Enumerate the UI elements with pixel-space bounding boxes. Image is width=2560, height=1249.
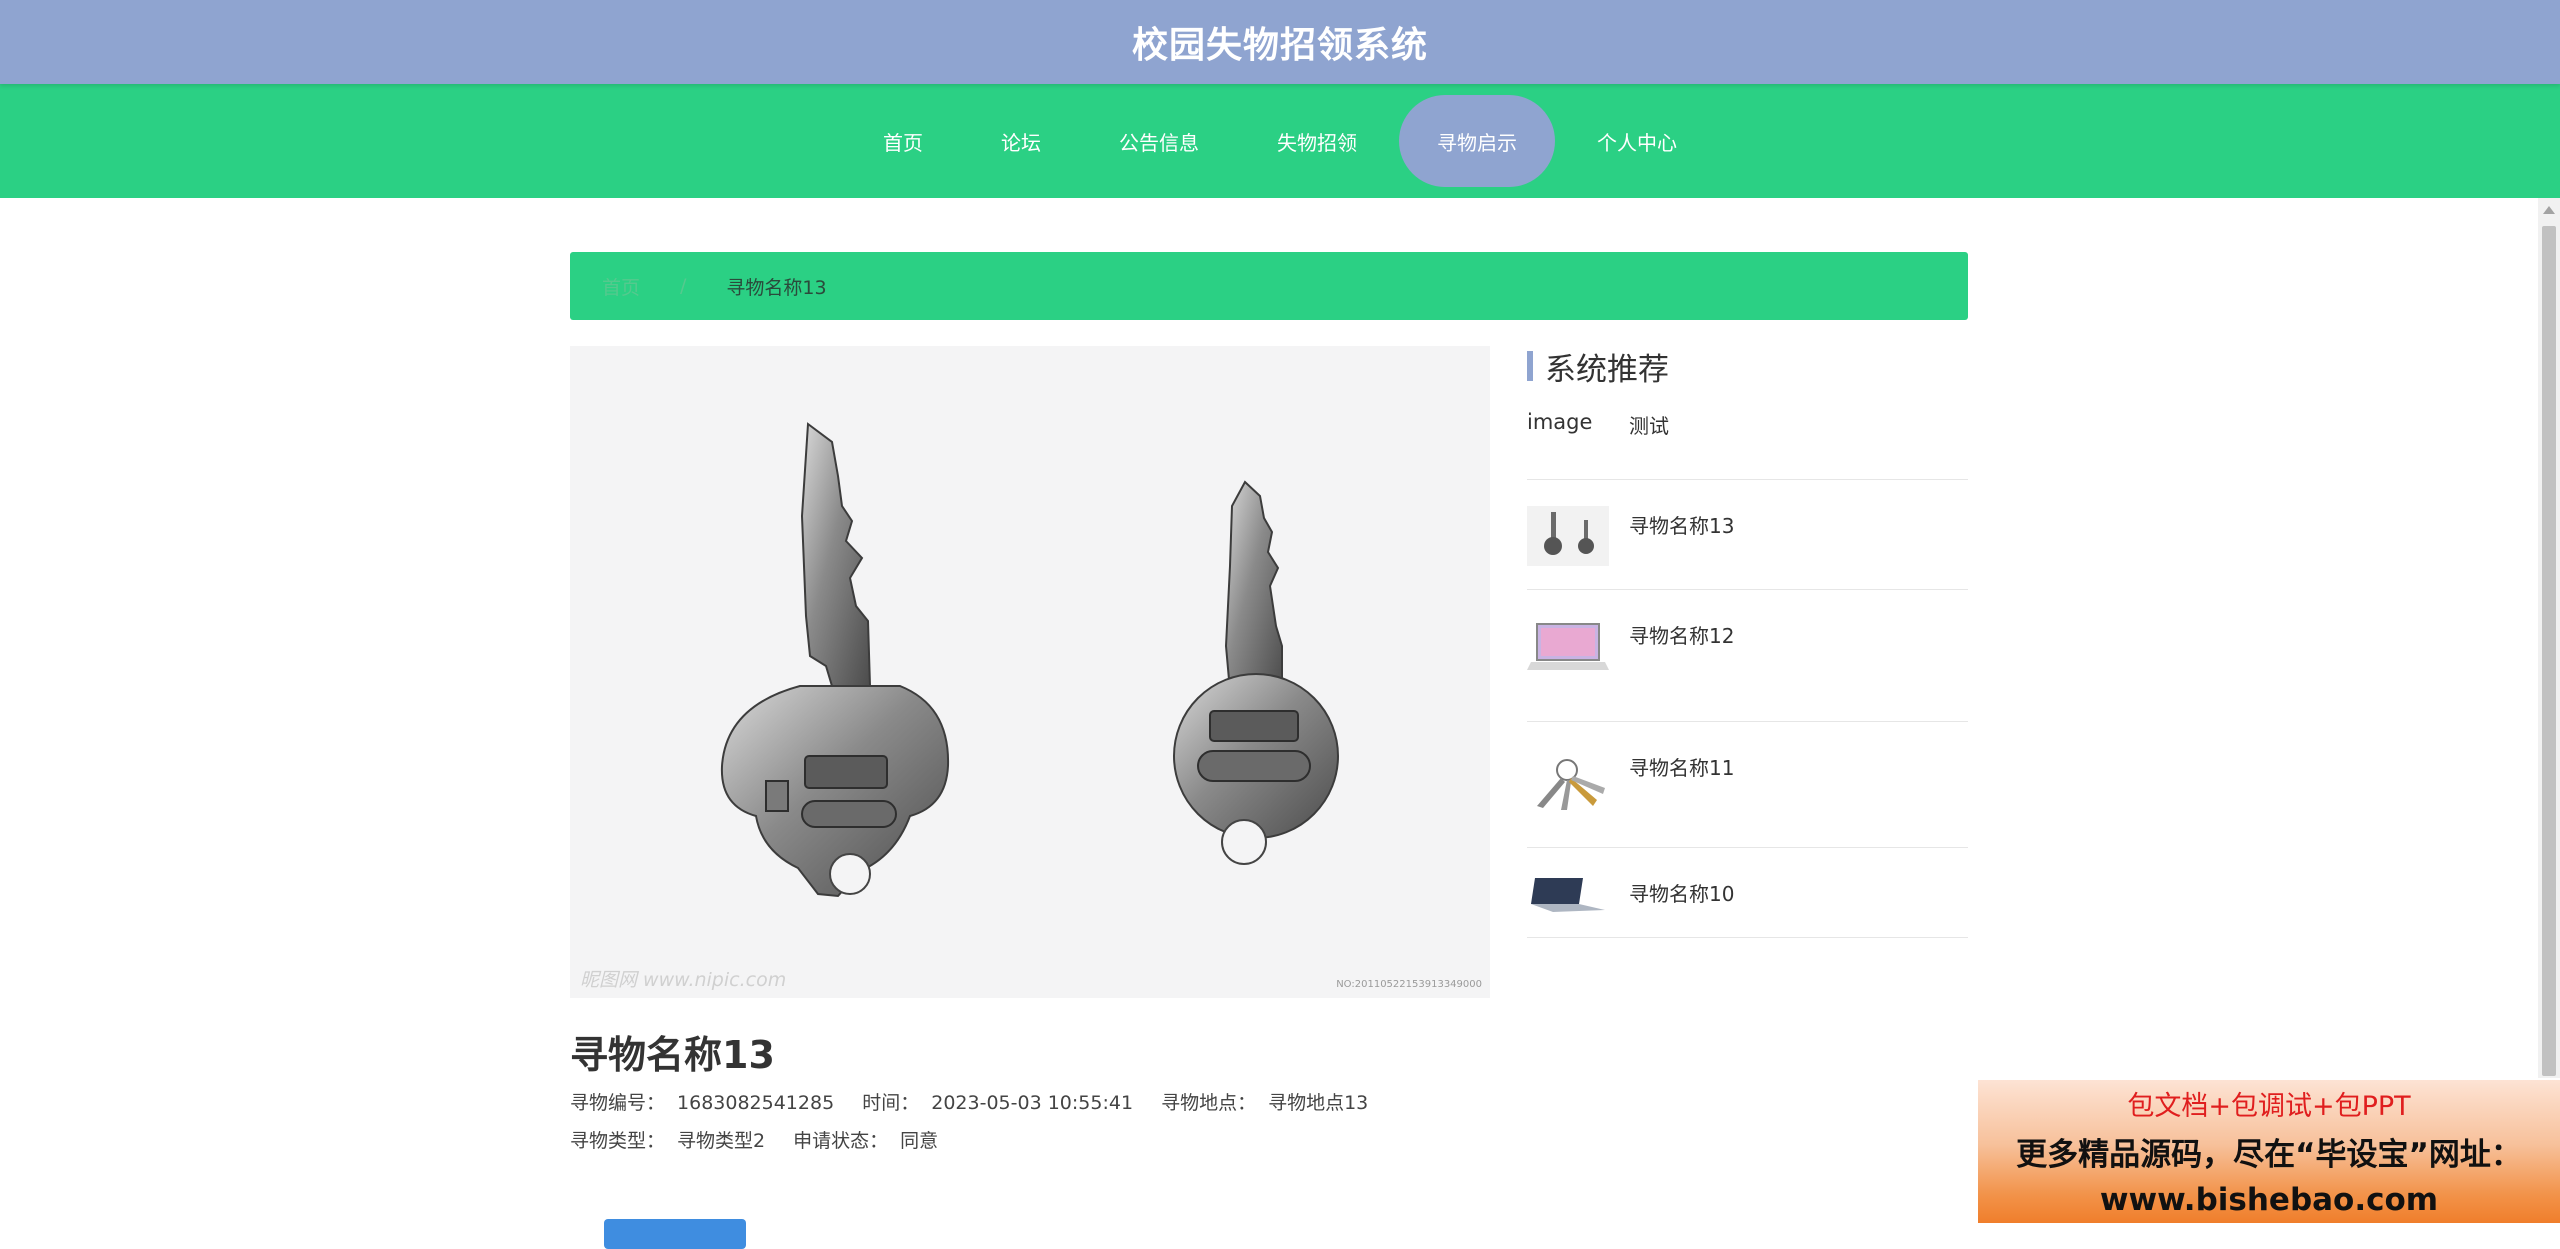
nav-home[interactable]: 首页 [847,95,959,187]
promo-url: www.bishebao.com [2099,1182,2439,1218]
scrollbar-thumb[interactable] [2542,226,2556,1076]
status-label: 申请状态： [793,1130,889,1152]
recommend-sidebar: 系统推荐 image 测试 寻物名称13 寻物名称12 寻物名称11 寻物名称1… [1527,346,1968,938]
item-title: 寻物名称13 [570,1033,775,1077]
nav-personal-center[interactable]: 个人中心 [1561,95,1713,187]
recommend-item-title: 寻物名称13 [1629,514,1735,538]
breadcrumb-separator: / [680,275,687,297]
image-watermark: 昵图网 www.nipic.com [580,969,787,991]
nav-forum[interactable]: 论坛 [965,95,1077,187]
place-value: 寻物地点13 [1268,1092,1369,1114]
recommend-item-title: 寻物名称12 [1629,624,1735,648]
main-nav: 首页 论坛 公告信息 失物招领 寻物启示 个人中心 [0,84,2560,198]
nav-lost-and-found[interactable]: 失物招领 [1241,95,1393,187]
recommend-item[interactable]: 寻物名称11 [1527,722,1968,848]
scroll-up-arrow-icon[interactable] [2543,206,2555,214]
time-value: 2023-05-03 10:55:41 [931,1092,1134,1114]
recommend-item[interactable]: image 测试 [1527,410,1968,480]
item-meta-line-2: 寻物类型： 寻物类型2 申请状态： 同意 [570,1126,960,1153]
laptop-thumbnail [1527,874,1609,914]
broken-image-icon: image [1527,410,1593,434]
time-label: 时间： [862,1092,920,1114]
recommend-item[interactable]: 寻物名称10 [1527,848,1968,938]
recommend-item[interactable]: 寻物名称13 [1527,480,1968,590]
site-header: 校园失物招领系统 [0,0,2560,84]
sidebar-title: 系统推荐 [1545,351,1669,388]
number-value: 1683082541285 [677,1092,835,1114]
place-label: 寻物地点： [1161,1092,1257,1114]
page-scrollbar[interactable] [2538,198,2560,1078]
promo-line-2: 更多精品源码，尽在“毕设宝”网址： [2016,1137,2522,1173]
recommend-item-title: 寻物名称10 [1629,882,1735,906]
sidebar-header-accent [1527,351,1533,381]
item-main-image: 昵图网 www.nipic.com NO:2011052215391334900… [570,346,1490,998]
action-button[interactable] [604,1219,746,1249]
promo-banner[interactable]: 包文档+包调试+包PPT 更多精品源码，尽在“毕设宝”网址： www.bishe… [1978,1080,2560,1223]
laptop-thumbnail [1527,616,1609,676]
keys-thumbnail [1527,506,1609,566]
breadcrumb-current: 寻物名称13 [726,276,827,299]
status-value: 同意 [900,1130,939,1152]
number-label: 寻物编号： [570,1092,666,1114]
promo-line-1: 包文档+包调试+包PPT [2127,1091,2411,1122]
nav-lost-item-notices[interactable]: 寻物启示 [1399,95,1555,187]
sidebar-header: 系统推荐 [1527,346,1968,388]
site-title: 校园失物招领系统 [1131,25,1428,66]
item-meta-line-1: 寻物编号： 1683082541285 时间： 2023-05-03 10:55:4… [570,1088,1390,1115]
nav-announcements[interactable]: 公告信息 [1083,95,1235,187]
keyring-thumbnail [1527,748,1609,814]
recommend-item-title: 测试 [1629,414,1669,438]
keys-photo [570,346,1490,998]
breadcrumb-home-link[interactable]: 首页 [602,273,640,300]
recommend-item[interactable]: 寻物名称12 [1527,590,1968,722]
image-watermark-id: NO:20110522153913349000 [1336,979,1482,990]
recommend-item-title: 寻物名称11 [1629,756,1735,780]
type-value: 寻物类型2 [677,1130,766,1152]
type-label: 寻物类型： [570,1130,666,1152]
breadcrumb: 首页 / 寻物名称13 [570,252,1968,320]
